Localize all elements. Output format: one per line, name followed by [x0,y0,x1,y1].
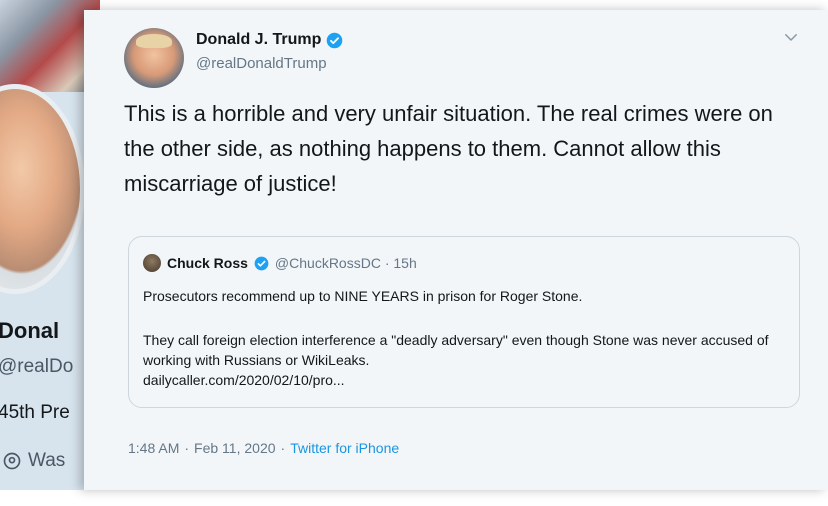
avatar-hair [136,34,172,48]
author-handle[interactable]: @realDonaldTrump [196,55,327,72]
profile-handle: @realDo [0,356,74,377]
verified-badge-icon [327,32,343,48]
profile-location: Was [2,450,65,472]
tweet-time[interactable]: 1:48 AM [128,440,179,456]
quoted-author-avatar [143,254,161,272]
profile-name: Donal [0,318,60,343]
profile-location-text: Was [28,450,66,471]
quoted-tweet-header: Chuck Ross @ChuckRossDC · 15h [143,254,417,272]
quoted-tweet-text-line2: They call foreign election interference … [143,332,769,368]
quoted-tweet-link[interactable]: dailycaller.com/2020/02/10/pro... [143,370,345,390]
author-name[interactable]: Donald J. Trump [196,31,321,49]
author-avatar[interactable] [124,28,184,88]
location-pin-icon [3,452,21,470]
meta-separator: · [280,440,286,456]
tweet-meta: 1:48 AM · Feb 11, 2020 · Twitter for iPh… [128,440,399,456]
tweet-card: Donald J. Trump @realDonaldTrump This is… [84,10,828,490]
tweet-date[interactable]: Feb 11, 2020 [194,440,275,456]
profile-avatar[interactable] [0,84,85,294]
tweet-text: This is a horrible and very unfair situa… [124,101,773,196]
quoted-author-name: Chuck Ross [167,255,248,271]
chevron-down-icon[interactable] [782,28,800,46]
quoted-tweet-text-line1: Prosecutors recommend up to NINE YEARS i… [143,288,583,304]
meta-separator: · [184,440,190,456]
quoted-tweet[interactable]: Chuck Ross @ChuckRossDC · 15h Prosecutor… [128,236,800,408]
author-name-row[interactable]: Donald J. Trump [196,31,343,49]
quoted-author-handle-time: @ChuckRossDC · 15h [274,255,417,271]
profile-bio: 45th Pre [0,402,70,423]
verified-badge-icon [254,256,269,270]
tweet-source-link[interactable]: Twitter for iPhone [290,440,399,456]
